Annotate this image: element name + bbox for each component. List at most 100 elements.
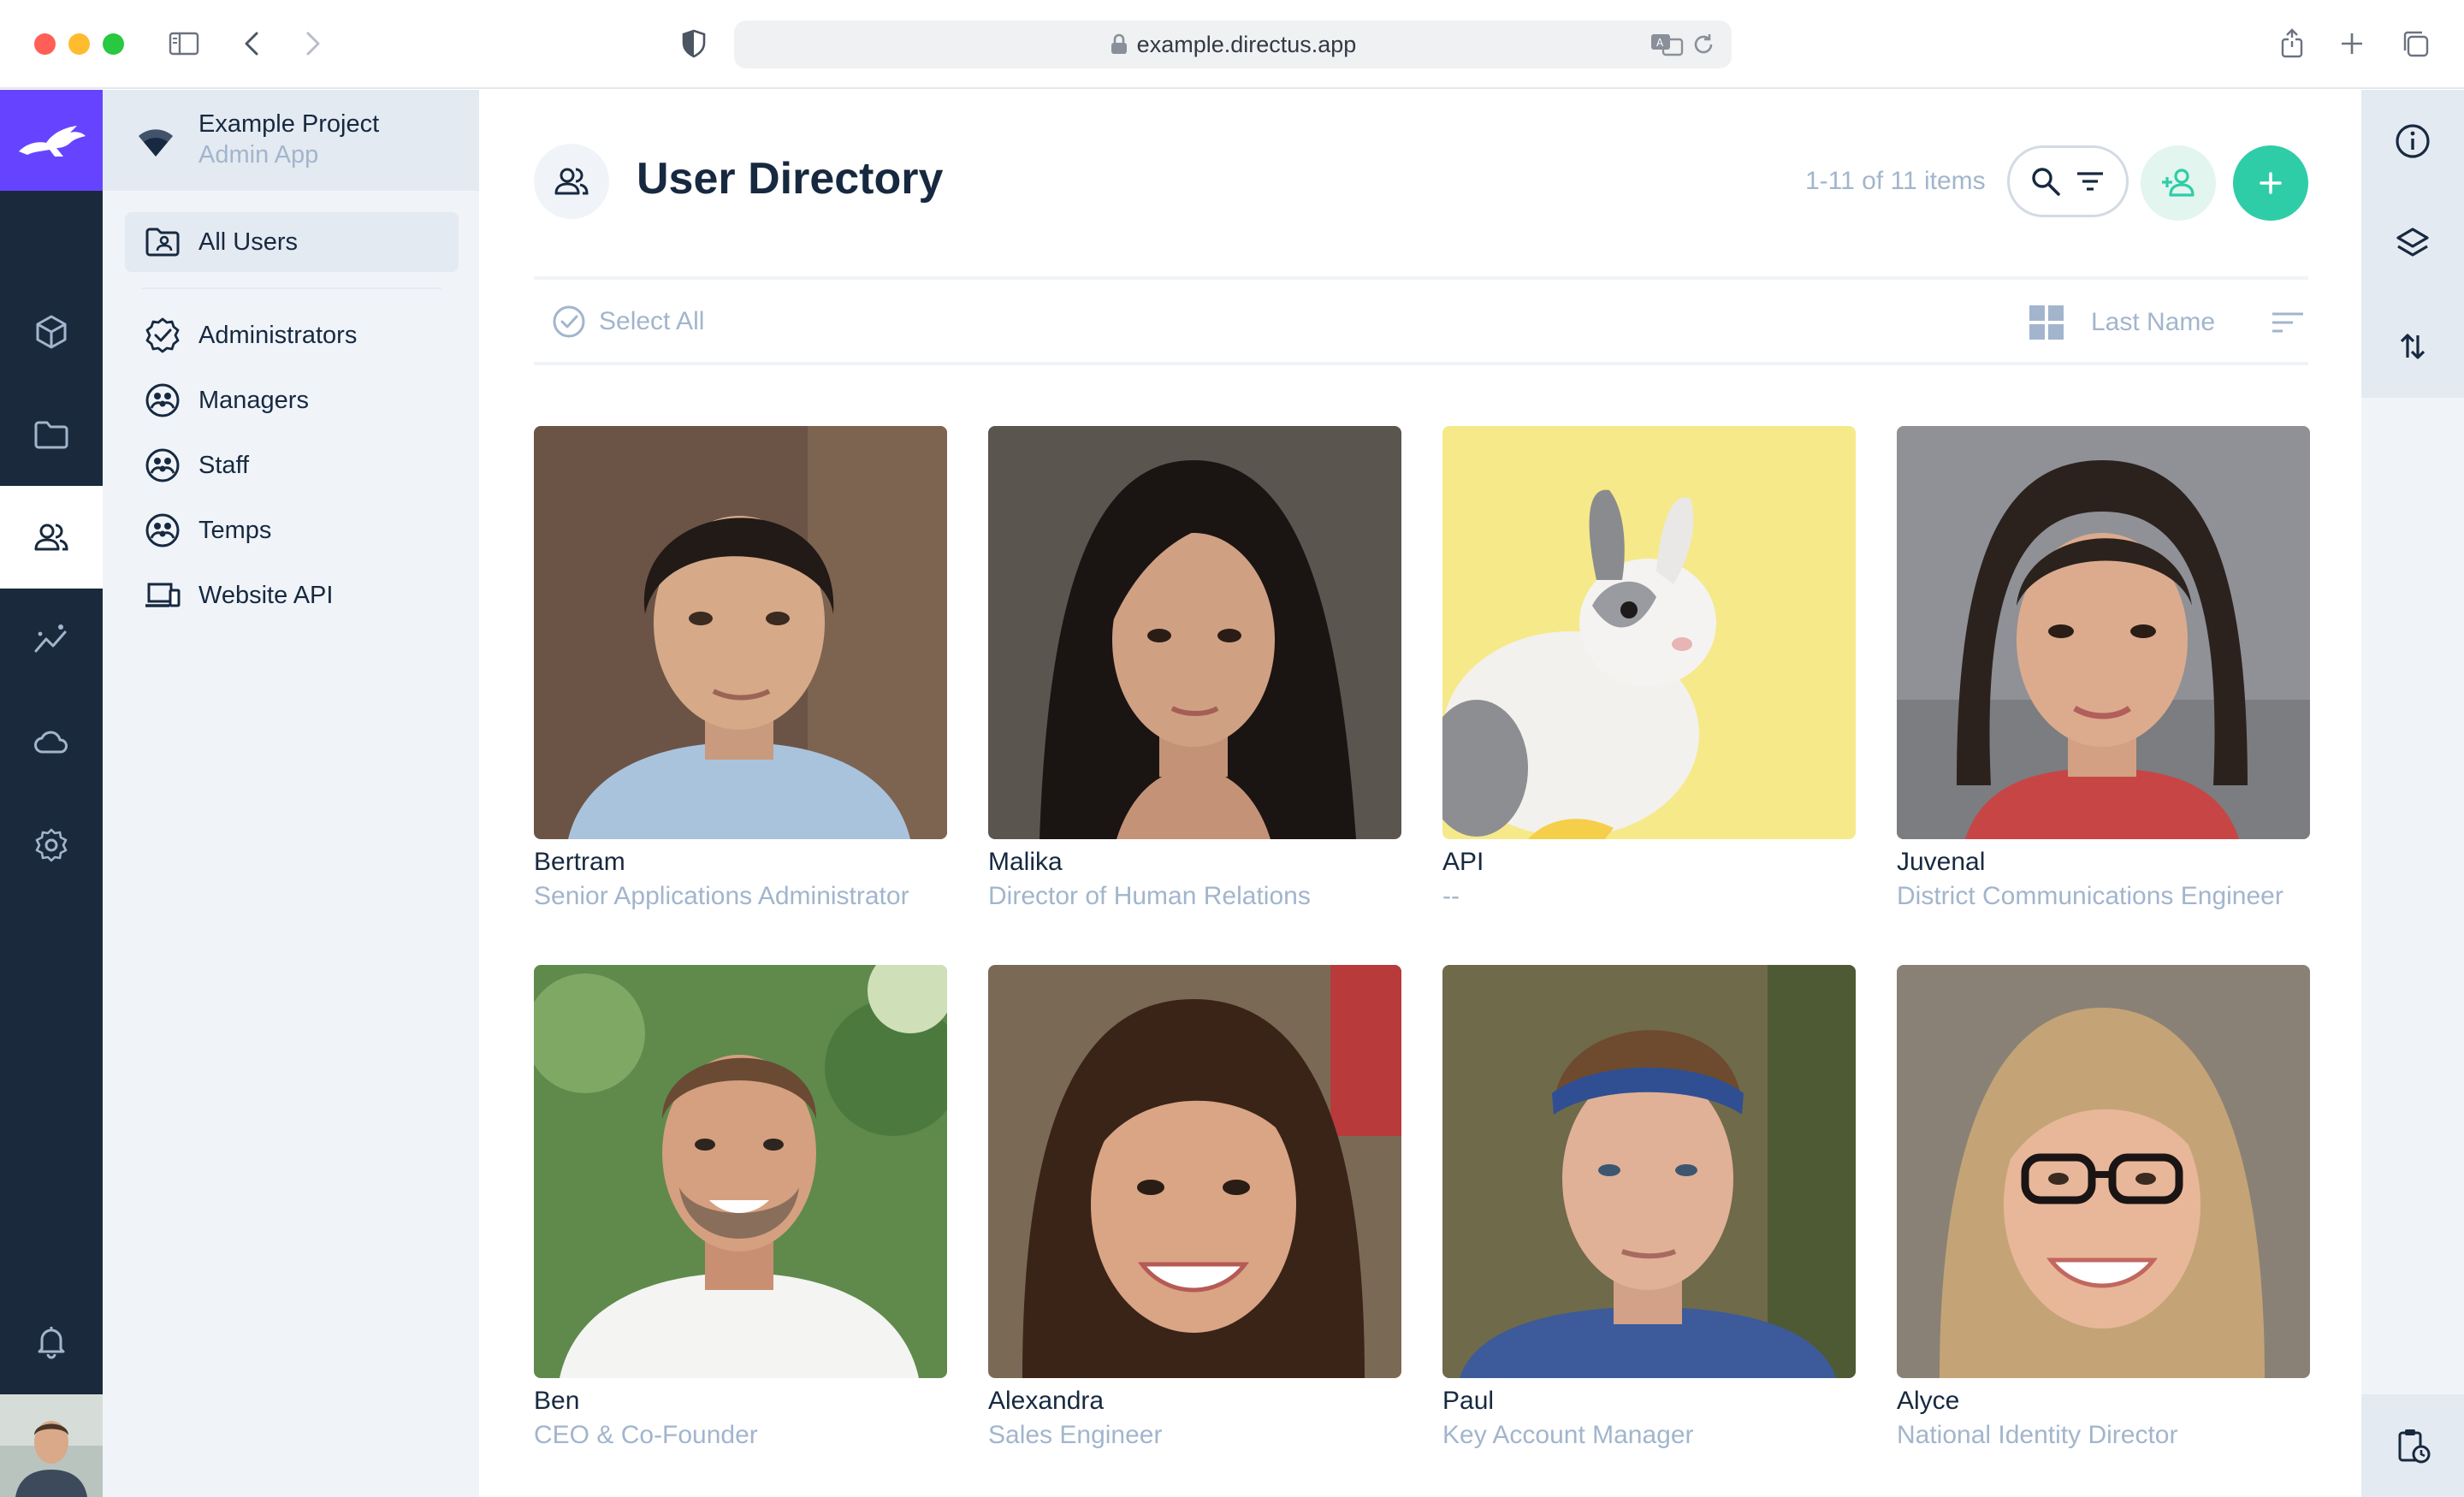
user-card[interactable]: Bertram Senior Applications Administrato… xyxy=(534,426,947,911)
directus-logo[interactable] xyxy=(0,90,103,191)
user-avatar xyxy=(1897,426,2310,839)
invite-user-button[interactable] xyxy=(2141,145,2216,221)
module-cloud[interactable] xyxy=(0,691,103,794)
search-filter-control[interactable] xyxy=(2007,145,2129,217)
item-count: 1-11 of 11 items xyxy=(1805,167,1986,195)
role-group-icon xyxy=(144,512,181,549)
privacy-shield-icon[interactable] xyxy=(674,24,714,63)
user-title: Director of Human Relations xyxy=(988,882,1311,910)
back-icon[interactable] xyxy=(233,24,272,63)
translate-icon[interactable]: A xyxy=(1650,27,1684,62)
nav-item-label: Staff xyxy=(198,451,250,479)
user-card[interactable]: Malika Director of Human Relations xyxy=(988,426,1401,911)
nav-item-label: All Users xyxy=(198,228,299,256)
check-circle-icon xyxy=(553,305,585,338)
url-text: example.directus.app xyxy=(1136,31,1357,57)
new-tab-icon[interactable] xyxy=(2332,24,2372,63)
verified-badge-icon xyxy=(144,317,181,354)
user-avatar xyxy=(534,965,947,1378)
module-users[interactable] xyxy=(0,486,103,589)
user-avatar xyxy=(1897,965,2310,1378)
user-name: Alyce xyxy=(1897,1387,1960,1415)
project-info[interactable]: Example Project Admin App xyxy=(103,90,479,191)
create-item-button[interactable] xyxy=(2233,145,2308,221)
zoom-window-button[interactable] xyxy=(103,33,124,55)
user-avatar xyxy=(1442,426,1856,839)
module-files[interactable] xyxy=(0,383,103,486)
sidebar-info-button[interactable] xyxy=(2361,90,2464,192)
user-title: National Identity Director xyxy=(1897,1421,2178,1449)
user-card[interactable]: Juvenal District Communications Engineer xyxy=(1897,426,2310,911)
module-bar xyxy=(0,90,103,1497)
sort-field-select[interactable]: Last Name xyxy=(2091,308,2215,337)
address-bar[interactable]: example.directus.app A xyxy=(734,21,1732,68)
cloud-icon xyxy=(34,731,68,754)
reload-icon[interactable] xyxy=(1691,27,1716,62)
user-title: CEO & Co-Founder xyxy=(534,1421,758,1449)
role-group-icon xyxy=(144,447,181,484)
folder-icon xyxy=(34,421,68,449)
user-name: Juvenal xyxy=(1897,848,1986,876)
cards-toolbar: Select All Last Name xyxy=(534,280,2308,365)
user-name: Alexandra xyxy=(988,1387,1105,1415)
folder-account-icon xyxy=(144,223,181,261)
user-avatar xyxy=(988,426,1401,839)
search-icon[interactable] xyxy=(2028,163,2064,199)
sidebar-import-export-button[interactable] xyxy=(2361,295,2464,398)
page-title: User Directory xyxy=(637,154,944,204)
sort-direction-icon[interactable] xyxy=(2271,305,2305,340)
user-card[interactable]: Alyce National Identity Director xyxy=(1897,965,2310,1450)
user-card[interactable]: Ben CEO & Co-Founder xyxy=(534,965,947,1450)
people-icon xyxy=(34,524,68,551)
sidebar-toggle-icon[interactable] xyxy=(164,24,204,63)
info-icon xyxy=(2396,124,2430,158)
account-plus-icon xyxy=(2162,169,2194,197)
user-card[interactable]: API -- xyxy=(1442,426,1856,911)
select-all-toggle[interactable]: Select All xyxy=(551,304,704,340)
minimize-window-button[interactable] xyxy=(68,33,90,55)
nav-item-managers[interactable]: Managers xyxy=(125,370,459,430)
user-card[interactable]: Alexandra Sales Engineer xyxy=(988,965,1401,1450)
module-settings[interactable] xyxy=(0,794,103,896)
nav-item-label: Managers xyxy=(198,386,309,414)
grid-size-icon[interactable] xyxy=(2028,304,2065,341)
select-all-label: Select All xyxy=(599,307,705,335)
user-card[interactable]: Paul Key Account Manager xyxy=(1442,965,1856,1450)
rabbit-logo-icon xyxy=(19,126,86,157)
nav-item-label: Website API xyxy=(198,581,334,609)
plus-icon xyxy=(2260,172,2282,194)
main-content: User Directory 1-11 of 11 items Select A… xyxy=(479,90,2361,1497)
sidebar-activity-button[interactable] xyxy=(2361,1394,2464,1497)
user-title: Sales Engineer xyxy=(988,1421,1163,1449)
nav-item-all-users[interactable]: All Users xyxy=(125,212,459,272)
notifications-button[interactable] xyxy=(0,1290,103,1393)
user-avatar xyxy=(534,426,947,839)
nav-item-label: Temps xyxy=(198,516,272,544)
bell-icon xyxy=(38,1327,65,1359)
import-export-icon xyxy=(2400,334,2426,359)
cube-icon xyxy=(36,315,67,349)
filter-icon[interactable] xyxy=(2072,163,2108,199)
user-avatar xyxy=(988,965,1401,1378)
nav-item-website-api[interactable]: Website API xyxy=(125,565,459,625)
forward-icon[interactable] xyxy=(293,24,332,63)
clipboard-clock-icon xyxy=(2398,1429,2431,1464)
right-sidebar xyxy=(2361,90,2464,1497)
svg-text:A: A xyxy=(1656,37,1664,49)
tab-overview-icon[interactable] xyxy=(2396,24,2435,63)
share-icon[interactable] xyxy=(2272,24,2312,63)
browser-toolbar: example.directus.app A xyxy=(0,0,2464,89)
gear-icon xyxy=(35,828,68,862)
close-window-button[interactable] xyxy=(34,33,56,55)
insights-icon xyxy=(34,624,67,653)
module-insights[interactable] xyxy=(0,589,103,691)
user-name: Malika xyxy=(988,848,1063,876)
nav-item-temps[interactable]: Temps xyxy=(125,500,459,560)
current-user-avatar[interactable] xyxy=(0,1394,103,1497)
nav-item-staff[interactable]: Staff xyxy=(125,435,459,495)
wifi-icon xyxy=(139,129,173,157)
user-title: Key Account Manager xyxy=(1442,1421,1694,1449)
sidebar-layout-button[interactable] xyxy=(2361,192,2464,295)
module-content[interactable] xyxy=(0,281,103,383)
nav-item-administrators[interactable]: Administrators xyxy=(125,305,459,365)
